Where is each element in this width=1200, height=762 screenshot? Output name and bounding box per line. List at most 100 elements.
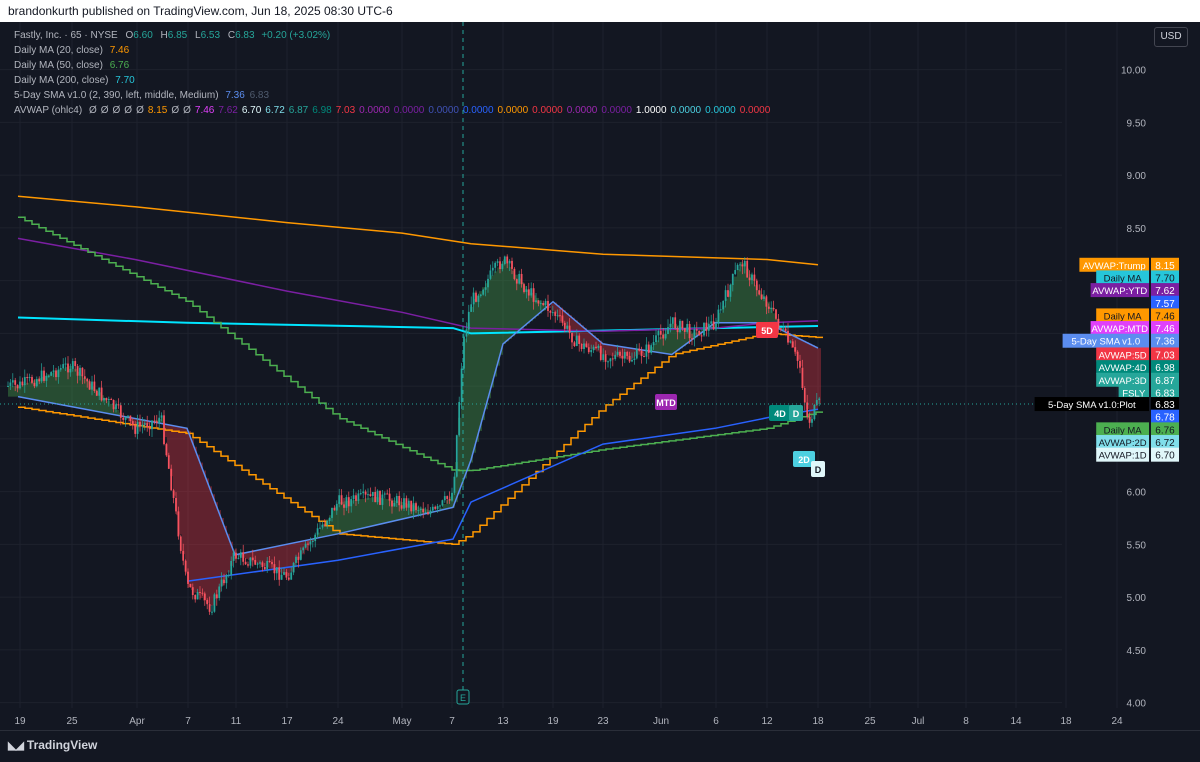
price-tag-label[interactable]: AVWAP:Trump <box>1083 261 1146 272</box>
price-tag-label[interactable]: AVWAP:1D <box>1099 451 1147 462</box>
candle-body <box>360 493 362 494</box>
candle-body <box>502 264 504 269</box>
avwap-value: Ø <box>113 105 121 116</box>
candle-body <box>158 418 160 423</box>
candle-body <box>545 301 547 305</box>
candle-body <box>226 575 228 583</box>
indicator-row-5day-sma[interactable]: 5-Day SMA v1.0 (2, 390, left, middle, Me… <box>14 88 770 103</box>
indicator-label[interactable]: Daily MA (200, close) <box>14 75 108 86</box>
symbol-name[interactable]: Fastly, Inc. · 65 · NYSE <box>14 30 118 41</box>
sma-fill-segment <box>758 291 761 323</box>
time-axis-label: 24 <box>1111 716 1123 727</box>
candle-body <box>168 455 170 468</box>
candle-body <box>240 552 242 558</box>
candle-body <box>103 398 105 400</box>
candle-body <box>362 492 364 494</box>
candle-body <box>614 355 616 359</box>
candle-body <box>358 493 360 500</box>
price-axis-label: 5.00 <box>1127 593 1147 604</box>
chart-marker-label[interactable]: D <box>793 409 800 419</box>
candle-body <box>662 335 664 339</box>
candle-body <box>235 553 237 559</box>
price-tag-label[interactable]: AVWAP:3D <box>1099 376 1147 387</box>
sma-fill-segment <box>734 277 737 323</box>
price-tag-label[interactable]: AVWAP:4D <box>1099 363 1147 374</box>
price-tag-label[interactable]: 5-Day SMA v1.0 <box>1071 337 1140 348</box>
candle-body <box>780 328 782 329</box>
candle-body <box>144 423 146 425</box>
price-tag-value: 6.98 <box>1155 363 1175 374</box>
currency-button[interactable]: USD <box>1154 27 1188 47</box>
price-tag-label[interactable]: AVWAP:5D <box>1099 350 1147 361</box>
indicator-row-ma20[interactable]: Daily MA (20, close) 7.46 <box>14 43 770 58</box>
sma-fill-segment <box>320 528 323 537</box>
tradingview-logo[interactable]: ◣◢TradingView <box>8 738 97 752</box>
chart-marker-label[interactable]: 5D <box>761 326 773 336</box>
sma-fill-segment <box>386 499 389 523</box>
indicator-row-avwap[interactable]: AVWAP (ohlc4) ØØØØØ8.15ØØ7.467.626.706.7… <box>14 103 770 118</box>
price-tag-label[interactable]: Daily MA <box>1104 311 1143 322</box>
candle-body <box>770 308 772 309</box>
sma-fill-segment <box>11 386 14 397</box>
chart-marker-label[interactable]: 4D <box>774 409 786 419</box>
candle-body <box>454 477 456 493</box>
candle-body <box>456 435 458 476</box>
candle-body <box>804 388 806 402</box>
candle-body <box>727 290 729 297</box>
candle-body <box>283 572 285 575</box>
candle-body <box>14 380 16 385</box>
candle-body <box>353 495 355 499</box>
candle-body <box>473 293 475 305</box>
sma-fill-segment <box>356 500 359 530</box>
candle-body <box>209 604 211 612</box>
candle-body <box>221 580 223 587</box>
candle-body <box>410 501 412 512</box>
candle-body <box>600 346 602 360</box>
candle-body <box>389 494 391 501</box>
indicator-lines <box>18 196 823 581</box>
indicator-label[interactable]: AVWAP (ohlc4) <box>14 105 82 116</box>
candle-body <box>451 493 453 501</box>
tradingview-window: { "header": {"publish_line": "brandonkur… <box>0 0 1200 761</box>
chart-marker-label[interactable]: 2D <box>798 455 810 465</box>
candle-body <box>245 562 247 565</box>
indicator-label[interactable]: Daily MA (50, close) <box>14 60 103 71</box>
candle-body <box>223 580 225 584</box>
sma-fill-segment <box>485 283 488 409</box>
indicator-label[interactable]: 5-Day SMA v1.0 (2, 390, left, middle, Me… <box>14 90 219 101</box>
sma-fill-segment <box>368 498 371 527</box>
candle-body <box>41 371 43 382</box>
sma-fill-segment <box>818 348 821 404</box>
indicator-row-ma50[interactable]: Daily MA (50, close) 6.76 <box>14 58 770 73</box>
avwap-value: 0.0000 <box>359 105 390 116</box>
candle-body <box>22 382 24 386</box>
candle-body <box>742 264 744 266</box>
price-tag-label[interactable]: Daily MA <box>1104 273 1143 284</box>
sma-fill-segment <box>365 498 368 527</box>
sma-fill-segment <box>659 337 662 352</box>
candle-body <box>154 421 156 422</box>
candle-body <box>312 541 314 542</box>
candle-body <box>629 356 631 362</box>
symbol-row[interactable]: Fastly, Inc. · 65 · NYSE O6.60 H6.85 L6.… <box>14 28 770 43</box>
candle-body <box>751 275 753 281</box>
sma-fill-segment <box>362 499 365 529</box>
candle-body <box>583 343 585 349</box>
candle-body <box>540 303 542 304</box>
price-tag-label[interactable]: AVWAP:MTD <box>1092 324 1149 335</box>
price-tag-label[interactable]: Daily MA <box>1104 425 1143 436</box>
candle-body <box>586 343 588 347</box>
price-tag-label[interactable]: 5-Day SMA v1.0:Plot <box>1048 400 1136 411</box>
candle-body <box>336 504 338 511</box>
chart-marker-label[interactable]: MTD <box>656 398 676 408</box>
price-tag-label[interactable]: AVWAP:YTD <box>1092 286 1147 297</box>
candle-body <box>718 310 720 324</box>
chart-marker-label[interactable]: D <box>815 465 822 475</box>
candle-body <box>98 388 100 396</box>
indicator-label[interactable]: Daily MA (20, close) <box>14 45 103 56</box>
sma-fill-segment <box>359 499 362 529</box>
candle-body <box>31 377 33 383</box>
candle-body <box>166 444 168 455</box>
price-tag-label[interactable]: AVWAP:2D <box>1099 438 1147 449</box>
indicator-row-ma200[interactable]: Daily MA (200, close) 7.70 <box>14 73 770 88</box>
